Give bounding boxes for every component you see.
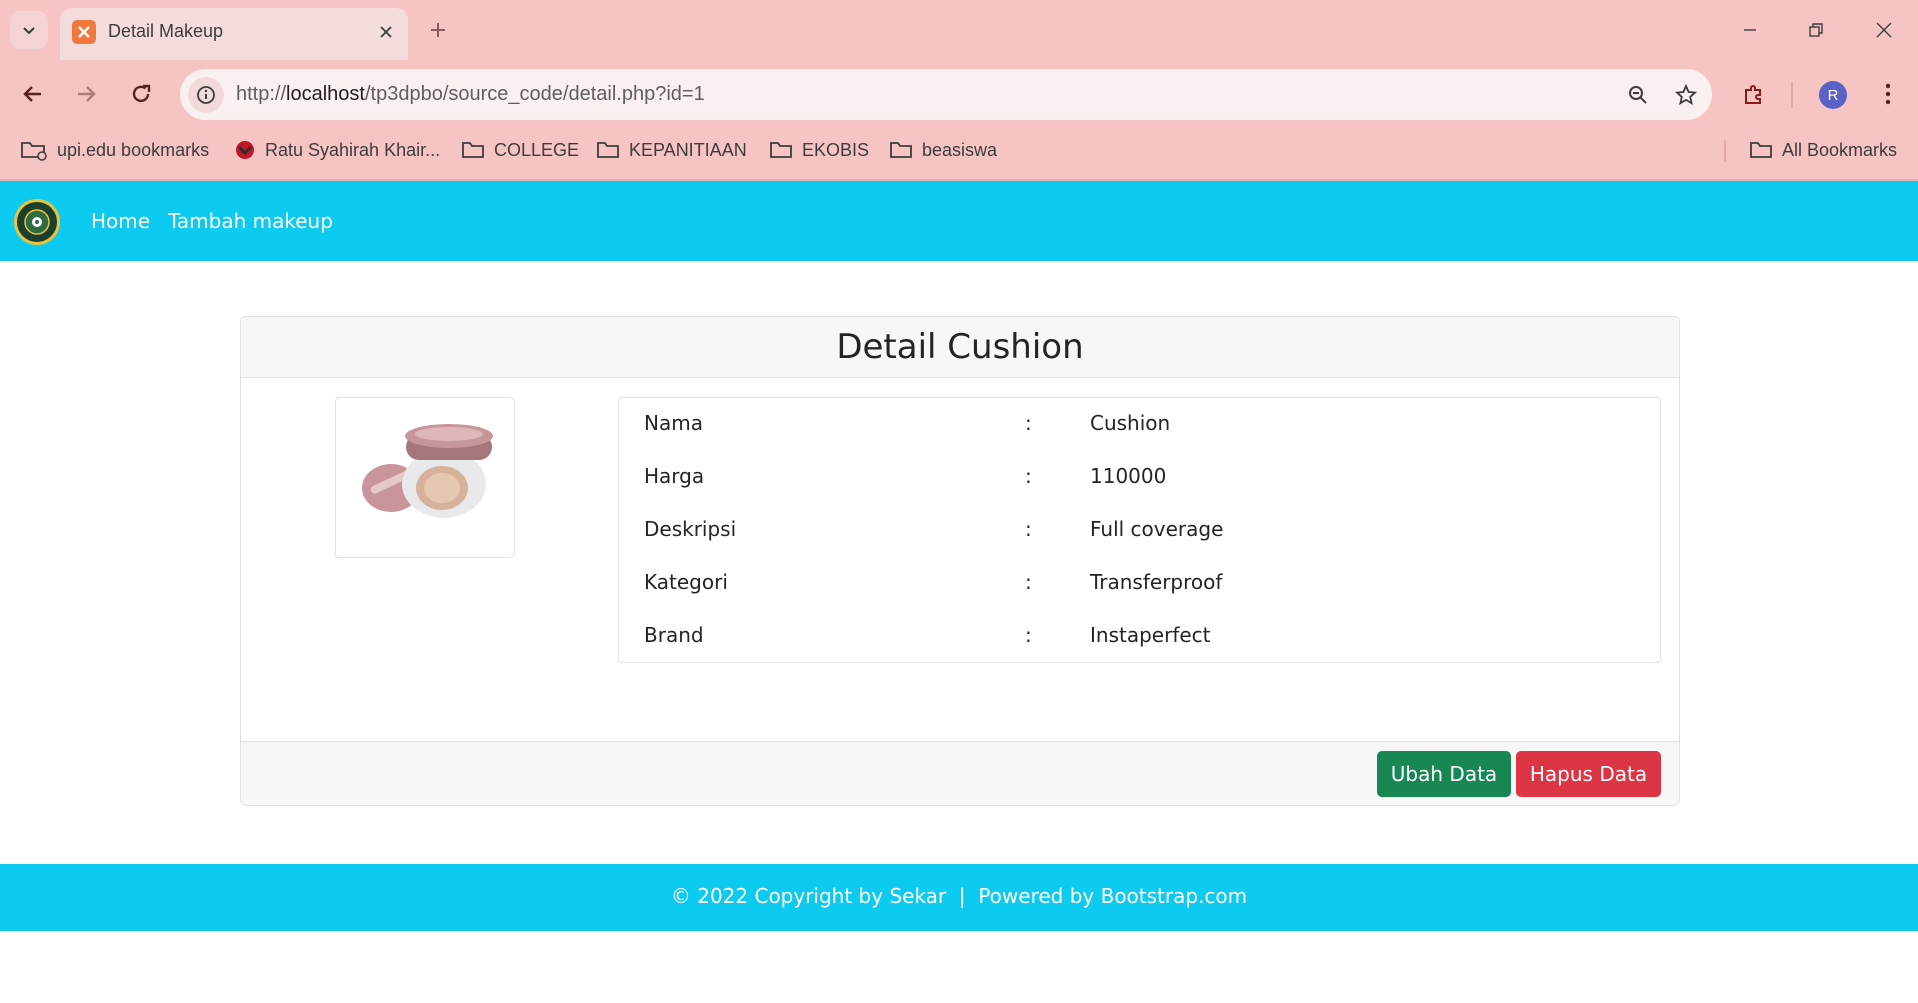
tab-title: Detail Makeup (108, 21, 224, 41)
bookmarks-separator (1724, 140, 1726, 162)
managed-folder-icon (21, 142, 47, 161)
detail-table: Nama : Cushion Harga : 110000 Deskripsi … (618, 397, 1661, 663)
address-bar[interactable]: http://localhost/tp3dpbo/source_code/det… (180, 69, 1712, 120)
all-bookmarks-button[interactable]: All Bookmarks (1749, 136, 1897, 164)
minimize-icon (1744, 29, 1756, 31)
close-window-button[interactable] (1864, 12, 1904, 48)
bookmark-label: Ratu Syahirah Khair... (265, 139, 441, 160)
bookmark-upi-edu[interactable]: upi.edu bookmarks (20, 136, 209, 164)
url-host: localhost (286, 83, 365, 105)
close-icon (1876, 22, 1892, 38)
site-info-button[interactable] (188, 77, 224, 113)
forward-button[interactable] (68, 76, 104, 112)
row-separator: : (1025, 464, 1032, 488)
site-logo[interactable] (14, 199, 60, 245)
detail-row-kategori: Kategori : Transferproof (619, 557, 1660, 610)
row-separator: : (1025, 570, 1032, 594)
row-value: Instaperfect (1090, 623, 1211, 647)
reload-button[interactable] (123, 76, 159, 112)
menu-button[interactable] (1870, 76, 1906, 112)
zoom-button[interactable] (1620, 77, 1656, 113)
row-value: Full coverage (1090, 517, 1224, 541)
edit-data-button[interactable]: Ubah Data (1377, 751, 1511, 797)
bookmark-label: beasiswa (922, 139, 998, 160)
profile-avatar[interactable]: R (1819, 81, 1847, 109)
detail-card: Detail Cushion Nama : Cushion Harga : 11… (240, 316, 1680, 806)
toolbar-separator (1791, 82, 1793, 108)
row-separator: : (1025, 623, 1032, 647)
bookmark-folder-college[interactable]: COLLEGE (461, 136, 579, 164)
bookmark-label: KEPANITIAAN (629, 139, 747, 160)
url-scheme: http:// (236, 83, 287, 105)
row-separator: : (1025, 517, 1032, 541)
xampp-icon (72, 20, 96, 44)
close-icon (380, 26, 392, 38)
bookmarks-bar: upi.edu bookmarks Ratu Syahirah Khair...… (0, 130, 1918, 170)
browser-chrome: Detail Makeup http://localhost/tp3dpbo/s… (0, 0, 1918, 181)
extensions-button[interactable] (1736, 76, 1772, 112)
row-label: Brand (644, 623, 704, 647)
restore-icon (1809, 23, 1823, 37)
delete-data-button[interactable]: Hapus Data (1516, 751, 1661, 797)
star-icon (1675, 84, 1697, 106)
bookmark-ratu[interactable]: Ratu Syahirah Khair... (234, 136, 440, 164)
nav-link-tambah-makeup[interactable]: Tambah makeup (168, 209, 333, 233)
folder-icon (1750, 142, 1772, 158)
folder-icon (597, 142, 619, 158)
folder-icon (770, 142, 792, 158)
url-text: http://localhost/tp3dpbo/source_code/det… (236, 83, 705, 106)
tab-strip: Detail Makeup (0, 0, 1918, 60)
bookmark-label: COLLEGE (494, 139, 580, 160)
product-image (335, 397, 515, 558)
reload-icon (132, 84, 151, 103)
row-value: Cushion (1090, 411, 1171, 435)
bookmark-folder-ekobis[interactable]: EKOBIS (769, 136, 869, 164)
puzzle-icon (1745, 85, 1761, 104)
kebab-menu-icon (1885, 83, 1891, 105)
tab-search-button[interactable] (10, 11, 48, 49)
row-label: Harga (644, 464, 705, 488)
footer-text: © 2022 Copyright by Sekar | Powered by B… (670, 884, 1248, 908)
chevron-down-icon (23, 27, 35, 35)
back-button[interactable] (15, 76, 51, 112)
row-label: Deskripsi (644, 517, 737, 541)
emblem-icon (24, 209, 50, 235)
bookmark-folder-kepanitiaan[interactable]: KEPANITIAAN (596, 136, 747, 164)
bookmark-star-button[interactable] (1668, 77, 1704, 113)
detail-row-nama: Nama : Cushion (619, 398, 1660, 451)
row-label: Kategori (644, 570, 728, 594)
site-navbar: Home Tambah makeup (0, 181, 1918, 261)
folder-icon (462, 142, 484, 158)
all-bookmarks-label: All Bookmarks (1782, 139, 1898, 160)
bookmark-label: EKOBIS (802, 139, 870, 160)
info-icon (197, 86, 215, 104)
site-footer: © 2022 Copyright by Sekar | Powered by B… (0, 864, 1918, 931)
folder-icon (890, 142, 912, 158)
detail-row-brand: Brand : Instaperfect (619, 610, 1660, 663)
restore-button[interactable] (1796, 12, 1836, 48)
zoom-icon (1629, 86, 1647, 104)
site-favicon (236, 141, 254, 159)
bookmark-folder-beasiswa[interactable]: beasiswa (889, 136, 997, 164)
bookmark-label: upi.edu bookmarks (57, 139, 210, 160)
plus-icon (431, 23, 445, 37)
new-tab-button[interactable] (424, 16, 452, 44)
cushion-compact-image (362, 424, 493, 518)
arrow-left-icon (23, 86, 41, 102)
minimize-button[interactable] (1730, 12, 1770, 48)
card-header: Detail Cushion (241, 317, 1679, 378)
browser-tab[interactable]: Detail Makeup (60, 8, 408, 60)
arrow-right-icon (78, 86, 96, 102)
detail-row-harga: Harga : 110000 (619, 451, 1660, 504)
row-value: 110000 (1090, 464, 1167, 488)
url-path: /tp3dpbo/source_code/detail.php?id=1 (364, 83, 705, 105)
row-value: Transferproof (1090, 570, 1223, 594)
page-title: Detail Cushion (836, 327, 1084, 367)
row-separator: : (1025, 411, 1032, 435)
tab-close-button[interactable] (374, 20, 398, 44)
row-label: Nama (644, 411, 703, 435)
detail-row-deskripsi: Deskripsi : Full coverage (619, 504, 1660, 557)
nav-link-home[interactable]: Home (91, 209, 150, 233)
card-footer: Ubah Data Hapus Data (241, 741, 1679, 805)
